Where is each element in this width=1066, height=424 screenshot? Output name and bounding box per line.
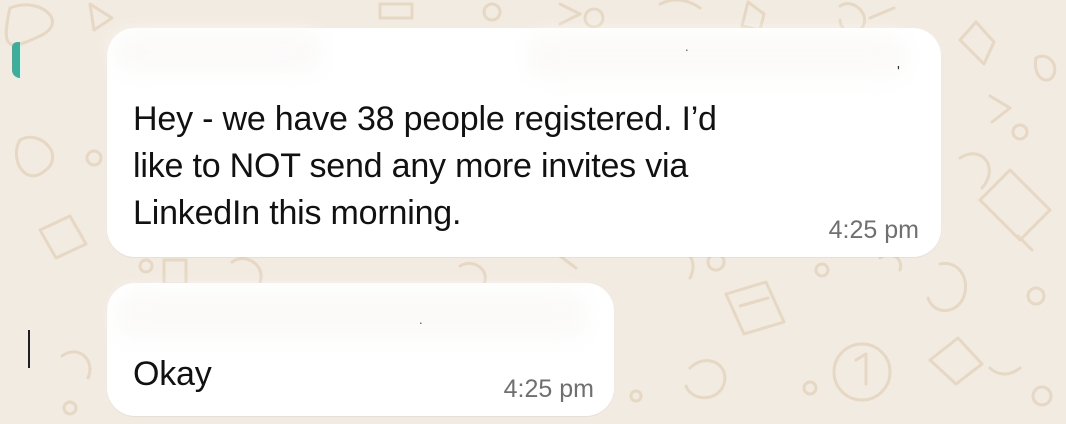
message-text-line: LinkedIn this morning. bbox=[133, 194, 462, 232]
chat-screen: { "chat": { "messages": [ { "lines": [ "… bbox=[0, 0, 1066, 424]
redaction-mark: . bbox=[685, 39, 689, 54]
redaction-mark: . bbox=[419, 312, 423, 327]
message-timestamp: 4:25 pm bbox=[503, 375, 594, 403]
chat-edge-accent bbox=[12, 42, 20, 78]
redacted-sender-name bbox=[117, 291, 587, 339]
message-bubble[interactable]: . Okay 4:25 pm bbox=[107, 283, 614, 416]
message-text-line: like to NOT send any more invites via bbox=[133, 147, 689, 185]
redacted-sender-phone bbox=[527, 34, 907, 78]
redaction-mark: ' bbox=[897, 63, 900, 80]
chat-edge-line bbox=[28, 330, 30, 368]
message-text: Hey - we have 38 people registered. I’d … bbox=[133, 96, 717, 237]
message-text: Okay bbox=[133, 351, 212, 398]
message-text-line: Okay bbox=[133, 355, 212, 393]
message-bubble[interactable]: . ' Hey - we have 38 people registered. … bbox=[107, 28, 941, 257]
message-timestamp: 4:25 pm bbox=[828, 216, 919, 244]
message-text-line: Hey - we have 38 people registered. I’d bbox=[133, 100, 717, 138]
redacted-sender-name bbox=[113, 32, 323, 72]
